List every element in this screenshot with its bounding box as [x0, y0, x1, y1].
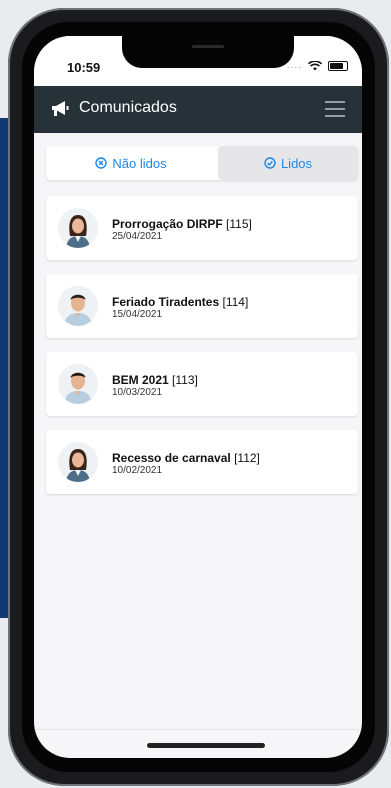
messages-list: Prorrogação DIRPF [115] 25/04/2021 Feria…	[46, 196, 358, 508]
home-indicator[interactable]	[147, 743, 265, 748]
item-date: 25/04/2021	[112, 231, 163, 242]
man-avatar	[58, 364, 98, 404]
signal-dots: ....	[286, 60, 302, 71]
item-title: Recesso de carnaval [112]	[112, 451, 260, 465]
tab-read-label: Lidos	[280, 155, 313, 171]
tab-read[interactable]: Lidos	[218, 146, 358, 180]
list-item[interactable]: Prorrogação DIRPF [115] 25/04/2021	[46, 196, 358, 260]
page-title: Comunicados	[79, 99, 177, 116]
status-time: 10:59	[67, 60, 101, 75]
item-date: 10/02/2021	[112, 465, 163, 476]
check-circle-icon	[264, 157, 276, 169]
wifi-icon	[308, 60, 322, 70]
list-item[interactable]: BEM 2021 [113] 10/03/2021	[46, 352, 358, 416]
woman-avatar	[58, 208, 98, 248]
app-screen: 10:59 .... Comunicados Não lidos Lidos P…	[34, 36, 362, 758]
x-circle-icon	[95, 157, 108, 169]
item-title: BEM 2021 [113]	[112, 373, 198, 387]
tab-unread[interactable]: Não lidos	[46, 146, 216, 180]
notch	[122, 36, 294, 68]
status-bar: 10:59 ....	[34, 36, 362, 86]
battery-icon	[328, 60, 348, 71]
tab-unread-label: Não lidos	[112, 155, 167, 171]
item-title: Feriado Tiradentes [114]	[112, 295, 249, 309]
megaphone-icon	[52, 101, 69, 116]
item-title: Prorrogação DIRPF [115]	[112, 217, 252, 231]
list-item[interactable]: Recesso de carnaval [112] 10/02/2021	[46, 430, 358, 494]
app-header: Comunicados	[34, 86, 362, 133]
woman-avatar	[58, 442, 98, 482]
list-item[interactable]: Feriado Tiradentes [114] 15/04/2021	[46, 274, 358, 338]
menu-icon[interactable]	[325, 101, 345, 117]
divider	[34, 729, 362, 730]
item-date: 10/03/2021	[112, 387, 163, 398]
item-date: 15/04/2021	[112, 309, 163, 320]
man-avatar	[58, 286, 98, 326]
tabs-bar: Não lidos Lidos	[46, 146, 358, 180]
